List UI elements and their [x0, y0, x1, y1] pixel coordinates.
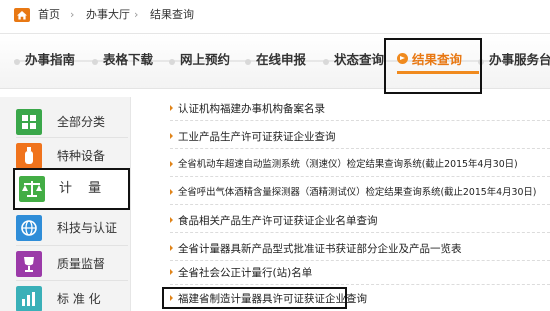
list-item-link[interactable]: 认证机构福建办事机构备案名录: [178, 102, 325, 116]
list-item[interactable]: 全省社会公正计量行(站)名单: [164, 261, 550, 285]
divider: [170, 204, 550, 205]
result-highlight-box: [162, 287, 347, 309]
sidebar-item-tech-certification[interactable]: 科技与认证: [16, 215, 128, 241]
trophy-icon: [16, 251, 42, 277]
list-item-link[interactable]: 全省计量器具新产品型式批准证书获证部分企业及产品一览表: [178, 242, 462, 256]
sidebar-item-special-equipment[interactable]: 特种设备: [16, 143, 128, 169]
arrow-icon: [170, 269, 173, 275]
divider: [170, 176, 550, 177]
arrow-icon: [170, 105, 173, 111]
list-item[interactable]: 全省计量器具新产品型式批准证书获证部分企业及产品一览表: [164, 237, 550, 261]
tab-label: 办事指南: [25, 52, 76, 67]
divider: [170, 148, 550, 149]
scale-icon: [19, 176, 45, 202]
sidebar-item-label: 质量监督: [57, 257, 106, 271]
bar-chart-icon: [16, 286, 42, 311]
tab-dot-icon: [92, 59, 98, 65]
arrow-icon: [170, 217, 173, 223]
breadcrumb: 首页 › 办事大厅 › 结果查询: [0, 0, 550, 32]
arrow-icon: [170, 133, 173, 139]
gas-cylinder-icon: [16, 143, 42, 169]
list-item[interactable]: 全省呼出气体酒精含量探测器（酒精测试仪）检定结果查询系统(截止2015年4月30…: [164, 181, 550, 205]
home-icon[interactable]: [14, 8, 30, 22]
tab-label: 办事服务台: [489, 52, 550, 67]
sidebar-item-label: 特种设备: [57, 149, 106, 163]
divider: [16, 245, 128, 246]
divider: [16, 280, 128, 281]
tab-label: 网上预约: [180, 52, 231, 67]
list-item-link[interactable]: 全省机动车超速自动监测系统（测速仪）检定结果查询系统(截止2015年4月30日): [178, 158, 518, 172]
breadcrumb-current: 结果查询: [150, 8, 194, 21]
tab-dot-icon: [323, 59, 329, 65]
breadcrumb-separator: ›: [70, 8, 75, 21]
list-item[interactable]: 工业产品生产许可证获证企业查询: [164, 125, 550, 149]
list-item[interactable]: 认证机构福建办事机构备案名录: [164, 97, 550, 121]
breadcrumb-home[interactable]: 首页: [38, 8, 60, 22]
list-item-link[interactable]: 食品相关产品生产许可证获证企业名单查询: [178, 214, 378, 228]
sidebar-item-label: 计 量: [59, 181, 108, 196]
divider: [170, 120, 550, 121]
tab-dot-icon: [245, 59, 251, 65]
tab-dot-icon: [169, 59, 175, 65]
sidebar-item-label: 科技与认证: [57, 221, 118, 235]
list-item-link[interactable]: 工业产品生产许可证获证企业查询: [178, 130, 336, 144]
breadcrumb-separator: ›: [134, 8, 139, 21]
tab-dot-icon: [14, 59, 20, 65]
grid-icon: [16, 109, 42, 135]
divider: [16, 137, 128, 138]
tab-label: 状态查询: [334, 52, 385, 67]
globe-icon: [16, 215, 42, 241]
breadcrumb-service-hall[interactable]: 办事大厅: [86, 8, 130, 22]
list-item[interactable]: 食品相关产品生产许可证获证企业名单查询: [164, 209, 550, 233]
sidebar-item-label: 全部分类: [57, 115, 106, 129]
arrow-icon: [170, 245, 173, 251]
list-item-link[interactable]: 全省呼出气体酒精含量探测器（酒精测试仪）检定结果查询系统(截止2015年4月30…: [178, 186, 536, 200]
arrow-icon: [170, 189, 173, 195]
list-item[interactable]: 全省机动车超速自动监测系统（测速仪）检定结果查询系统(截止2015年4月30日): [164, 153, 550, 177]
arrow-icon: [170, 161, 173, 167]
tab-label: 表格下载: [103, 52, 154, 67]
sidebar-item-all[interactable]: 全部分类: [16, 109, 128, 135]
sidebar-item-quality-supervision[interactable]: 质量监督: [16, 251, 128, 277]
list-item-link[interactable]: 全省社会公正计量行(站)名单: [178, 266, 312, 280]
sidebar-item-standardization[interactable]: 标 准 化: [16, 286, 128, 311]
sidebar-item-metrology[interactable]: 计 量: [13, 168, 130, 210]
divider: [170, 284, 550, 285]
tab-label: 在线申报: [256, 52, 307, 67]
sidebar-item-label: 标 准 化: [57, 292, 101, 306]
tab-highlight-box: [384, 38, 482, 94]
divider: [170, 232, 550, 233]
